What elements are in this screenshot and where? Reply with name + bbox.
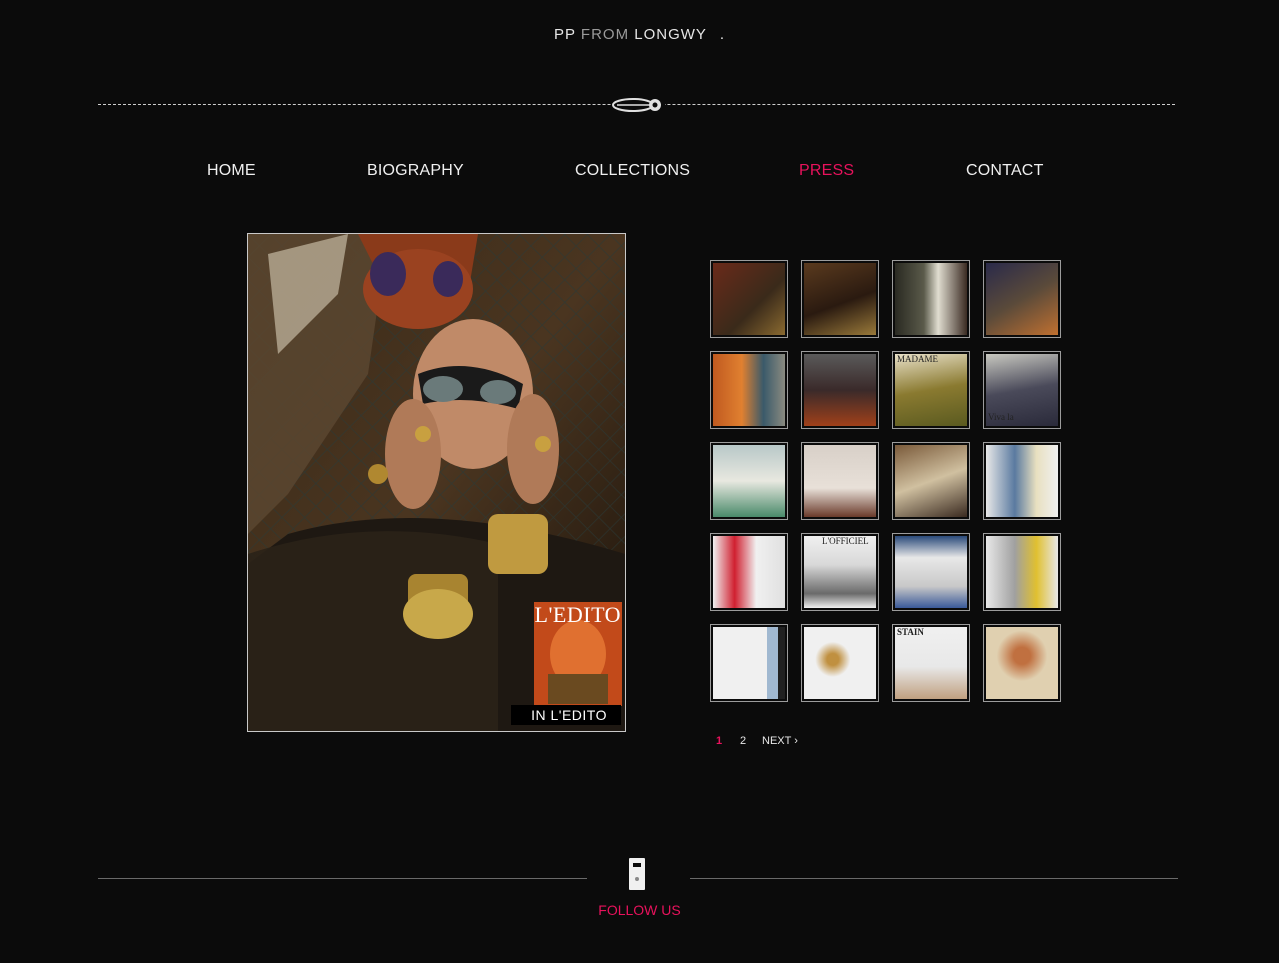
- press-thumbnail[interactable]: [983, 260, 1061, 338]
- site-logo[interactable]: PP FROM LONGWY .: [0, 26, 1279, 43]
- press-thumbnail[interactable]: [710, 624, 788, 702]
- thumbnail-magazine-label: MADAME: [897, 354, 939, 364]
- logo-from: FROM: [580, 26, 630, 43]
- press-thumbnail[interactable]: [801, 260, 879, 338]
- press-thumbnail[interactable]: [892, 533, 970, 611]
- logo-dot: .: [719, 26, 725, 43]
- press-thumbnail[interactable]: Viva la: [983, 351, 1061, 429]
- safety-pin-icon: [611, 94, 665, 116]
- thumbnail-magazine-label: STAIN: [897, 627, 924, 637]
- featured-caption: IN L'EDITO: [511, 705, 621, 725]
- press-thumbnail[interactable]: [892, 442, 970, 520]
- press-thumbnail[interactable]: [983, 624, 1061, 702]
- nav-press[interactable]: PRESS: [799, 162, 854, 180]
- footer-divider-left: [98, 878, 587, 879]
- press-thumbnail[interactable]: [710, 442, 788, 520]
- magazine-title: L'EDITO: [534, 602, 621, 627]
- logo-longwy: LONGWY: [634, 26, 707, 43]
- press-thumbnail[interactable]: [710, 351, 788, 429]
- press-thumbnail[interactable]: [801, 351, 879, 429]
- footer-divider-right: [690, 878, 1178, 879]
- page-1-link[interactable]: 1: [716, 735, 722, 747]
- main-nav: HOME BIOGRAPHY COLLECTIONS PRESS CONTACT: [0, 162, 1279, 186]
- press-thumbnail[interactable]: [801, 624, 879, 702]
- press-thumbnail[interactable]: L'OFFICIEL: [801, 533, 879, 611]
- featured-photo: [248, 234, 625, 731]
- thumbnail-magazine-label: Viva la: [988, 412, 1014, 422]
- nav-biography[interactable]: BIOGRAPHY: [367, 162, 464, 180]
- logo-pp: PP: [553, 26, 576, 43]
- press-thumbnail[interactable]: STAIN: [892, 624, 970, 702]
- press-thumbnail[interactable]: [710, 533, 788, 611]
- press-thumbnail[interactable]: [983, 442, 1061, 520]
- thumbnail-magazine-label: L'OFFICIEL: [822, 536, 869, 546]
- follow-us-icon[interactable]: [628, 857, 646, 891]
- press-thumbnail[interactable]: [983, 533, 1061, 611]
- press-thumbnail[interactable]: [710, 260, 788, 338]
- nav-collections[interactable]: COLLECTIONS: [575, 162, 690, 180]
- featured-press-image[interactable]: L'EDITO IN L'EDITO: [247, 233, 626, 732]
- press-thumbnail[interactable]: MADAME: [892, 351, 970, 429]
- page-2-link[interactable]: 2: [740, 735, 746, 747]
- press-thumbnail[interactable]: [892, 260, 970, 338]
- follow-us-link[interactable]: FOLLOW US: [0, 902, 1279, 918]
- next-page-link[interactable]: NEXT ›: [762, 735, 798, 747]
- nav-home[interactable]: HOME: [207, 162, 256, 180]
- nav-contact[interactable]: CONTACT: [966, 162, 1044, 180]
- press-thumbnail[interactable]: [801, 442, 879, 520]
